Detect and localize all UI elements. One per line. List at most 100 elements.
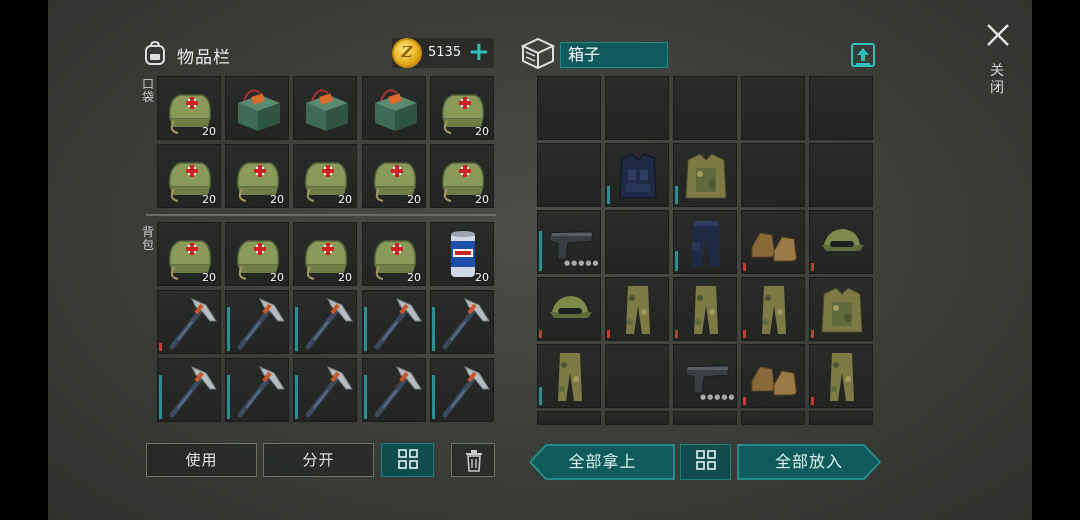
- item-slot-leather-boots[interactable]: [741, 210, 805, 274]
- durability-bar: [675, 330, 678, 338]
- durability-bar: [743, 330, 746, 338]
- empty-slot[interactable]: [605, 411, 669, 425]
- leather-boots-icon: [751, 232, 797, 262]
- item-slot-pickaxe[interactable]: [293, 290, 357, 354]
- container-name-field[interactable]: 箱子: [560, 42, 668, 68]
- item-slot-pickaxe[interactable]: [157, 358, 221, 422]
- item-slot-first-aid-kit[interactable]: 20: [157, 222, 221, 286]
- grid-icon: [695, 450, 716, 470]
- item-slot-first-aid-kit[interactable]: 20: [157, 144, 221, 208]
- backpack-icon: [145, 40, 165, 65]
- durability-bar: [295, 375, 298, 419]
- gold-amount: 5135: [428, 45, 462, 60]
- empty-slot[interactable]: [537, 76, 601, 140]
- item-slot-pistol[interactable]: ●●●●●: [537, 210, 601, 274]
- empty-slot[interactable]: [673, 76, 737, 140]
- durability-bar: [675, 251, 678, 271]
- item-slot-leather-boots[interactable]: [741, 344, 805, 408]
- item-slot-first-aid-kit[interactable]: 20: [225, 222, 289, 286]
- item-slot-first-aid-kit[interactable]: 20: [157, 76, 221, 140]
- camo-pants-icon: [830, 353, 854, 401]
- item-slot-pickaxe[interactable]: [157, 290, 221, 354]
- item-slot-camo-pants[interactable]: [809, 344, 873, 408]
- empty-slot[interactable]: [537, 143, 601, 207]
- empty-slot[interactable]: [809, 143, 873, 207]
- camo-vest-icon: [821, 287, 863, 333]
- item-slot-camo-cap[interactable]: [809, 210, 873, 274]
- durability-bar: [432, 307, 435, 351]
- item-slot-pickaxe[interactable]: [362, 290, 426, 354]
- item-slot-pickaxe[interactable]: [430, 290, 494, 354]
- use-button[interactable]: 使用: [146, 443, 257, 477]
- durability-bar: [432, 375, 435, 419]
- split-button[interactable]: 分开: [263, 443, 374, 477]
- camo-pants-icon: [694, 286, 718, 334]
- item-count: 20: [270, 271, 284, 284]
- item-count: 20: [202, 271, 216, 284]
- ammo-dots: ●●●●●: [564, 259, 600, 267]
- durability-bar: [811, 263, 814, 271]
- empty-slot[interactable]: [605, 210, 669, 274]
- sort-container-button[interactable]: [680, 444, 731, 480]
- item-slot-police-pants[interactable]: [673, 210, 737, 274]
- close-icon[interactable]: [985, 22, 1011, 48]
- item-slot-pickaxe[interactable]: [225, 358, 289, 422]
- item-slot-camo-vest[interactable]: [673, 143, 737, 207]
- empty-slot[interactable]: [673, 411, 737, 425]
- pickaxe-icon: [237, 298, 285, 350]
- item-count: 20: [202, 125, 216, 138]
- item-slot-first-aid-kit[interactable]: 20: [362, 144, 426, 208]
- empty-slot[interactable]: [741, 76, 805, 140]
- empty-slot[interactable]: [537, 411, 601, 425]
- item-slot-ammo-crate[interactable]: [293, 76, 357, 140]
- item-slot-beer-can[interactable]: 20: [430, 222, 494, 286]
- pickaxe-icon: [374, 366, 422, 418]
- item-slot-camo-pants[interactable]: [537, 344, 601, 408]
- empty-slot[interactable]: [605, 76, 669, 140]
- item-slot-first-aid-kit[interactable]: 20: [362, 222, 426, 286]
- take-all-button[interactable]: 全部拿上: [530, 444, 675, 480]
- empty-slot[interactable]: [809, 411, 873, 425]
- empty-slot[interactable]: [605, 344, 669, 408]
- item-slot-tactical-vest-blue[interactable]: [605, 143, 669, 207]
- sort-inventory-button[interactable]: [381, 443, 434, 477]
- item-slot-pickaxe[interactable]: [362, 358, 426, 422]
- item-slot-ammo-crate[interactable]: [362, 76, 426, 140]
- durability-bar: [539, 330, 542, 338]
- item-slot-first-aid-kit[interactable]: 20: [225, 144, 289, 208]
- leather-boots-icon: [751, 366, 797, 396]
- item-count: 20: [475, 271, 489, 284]
- put-all-button[interactable]: 全部放入: [737, 444, 881, 480]
- durability-bar: [295, 307, 298, 351]
- item-slot-first-aid-kit[interactable]: 20: [430, 144, 494, 208]
- empty-slot[interactable]: [809, 76, 873, 140]
- durability-bar: [675, 186, 678, 204]
- durability-bar: [743, 263, 746, 271]
- item-slot-camo-pants[interactable]: [673, 277, 737, 341]
- item-count: 20: [407, 193, 421, 206]
- item-count: 20: [202, 193, 216, 206]
- item-slot-first-aid-kit[interactable]: 20: [430, 76, 494, 140]
- item-slot-pickaxe[interactable]: [293, 358, 357, 422]
- item-slot-camo-pants[interactable]: [605, 277, 669, 341]
- camo-cap-icon: [550, 296, 592, 318]
- close-label[interactable]: 关闭: [989, 63, 1005, 97]
- pickaxe-icon: [305, 366, 353, 418]
- item-slot-camo-vest[interactable]: [809, 277, 873, 341]
- trash-button[interactable]: [451, 443, 495, 477]
- upload-icon[interactable]: [850, 42, 876, 68]
- empty-slot[interactable]: [741, 143, 805, 207]
- item-slot-pistol[interactable]: ●●●●●: [673, 344, 737, 408]
- section-divider: [146, 214, 496, 216]
- item-slot-first-aid-kit[interactable]: 20: [293, 144, 357, 208]
- empty-slot[interactable]: [741, 411, 805, 425]
- item-slot-pickaxe[interactable]: [430, 358, 494, 422]
- pocket-label: 口袋: [141, 77, 154, 104]
- item-slot-ammo-crate[interactable]: [225, 76, 289, 140]
- item-slot-first-aid-kit[interactable]: 20: [293, 222, 357, 286]
- item-slot-pickaxe[interactable]: [225, 290, 289, 354]
- item-slot-camo-pants[interactable]: [741, 277, 805, 341]
- trash-icon: [466, 450, 482, 472]
- item-slot-camo-cap[interactable]: [537, 277, 601, 341]
- add-gold-button[interactable]: +: [468, 38, 490, 66]
